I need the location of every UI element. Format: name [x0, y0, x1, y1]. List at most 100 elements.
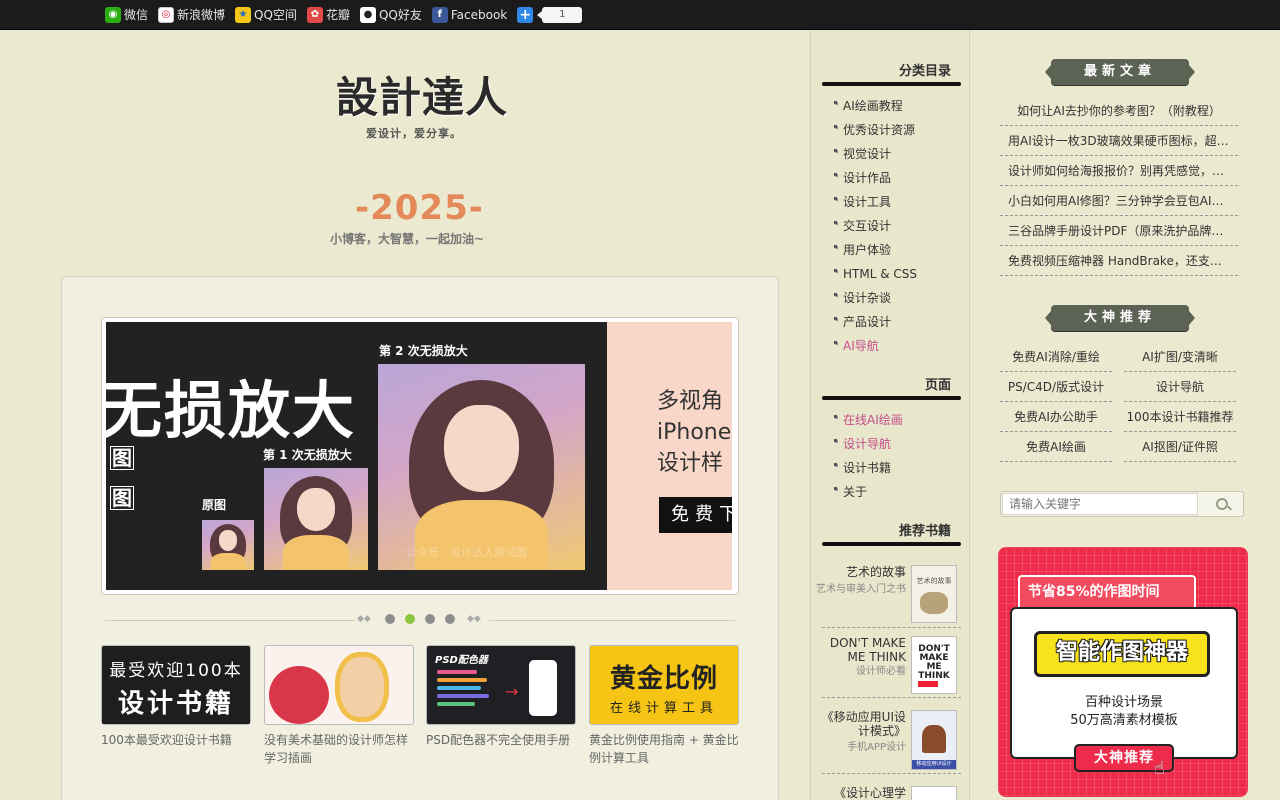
featured-card[interactable]: 黄金比例 在线计算工具 黄金比例使用指南 + 黄金比例计算工具 [589, 645, 739, 767]
page-item[interactable]: 设计导航 [834, 432, 903, 456]
book-title[interactable]: 艺术的故事 [816, 565, 906, 579]
card-thumbnail[interactable]: PSD配色器 → [426, 645, 576, 725]
recommend-link[interactable]: 免费AI办公助手 [1000, 402, 1112, 432]
pages-list: 在线AI绘画 设计导航 设计书籍 关于 [834, 408, 903, 504]
page-item[interactable]: 关于 [834, 480, 903, 504]
book-title[interactable]: 《移动应用UI设计模式》 [816, 710, 906, 738]
category-item[interactable]: 优秀设计资源 [834, 118, 917, 142]
page-item[interactable]: 在线AI绘画 [834, 408, 903, 432]
featured-card[interactable]: 最受欢迎100本 设计书籍 100本最受欢迎设计书籍 [101, 645, 251, 749]
recommend-link[interactable]: AI扩图/变清晰 [1124, 342, 1236, 372]
category-item[interactable]: 设计工具 [834, 190, 917, 214]
image-slider[interactable]: 无损放大 图 图 第 2 次无损放大 第 1 次无损放大 原图 公众号：设计达人… [101, 317, 739, 595]
books-title: 推荐书籍 [898, 524, 951, 539]
divider [105, 620, 355, 621]
slide-free-button[interactable]: 免费下 [659, 497, 732, 533]
site-motto: 小博客，大智慧，一起加油~ [330, 232, 485, 246]
featured-card[interactable]: 没有美术基础的设计师怎样学习插画 [264, 645, 414, 767]
huaban-icon: ✿ [306, 6, 323, 23]
card-title[interactable]: PSD配色器不完全使用手册 [426, 731, 576, 749]
weibo-icon: ◎ [158, 6, 175, 23]
book-cover[interactable] [911, 786, 957, 800]
recommend-link[interactable]: 设计导航 [1124, 372, 1236, 402]
share-label: QQ空间 [254, 8, 297, 22]
page-item[interactable]: 设计书籍 [834, 456, 903, 480]
book-cover[interactable]: 艺术的故事 [911, 565, 957, 623]
card-thumbnail[interactable]: 黄金比例 在线计算工具 [589, 645, 739, 725]
recommend-link[interactable]: AI抠图/证件照 [1124, 432, 1236, 462]
book-cover[interactable]: 移动应用UI设计 [911, 710, 957, 770]
share-label: 微信 [124, 8, 149, 22]
book-subtitle: 手机APP设计 [847, 742, 906, 753]
ornament-icon: ◆◆ [357, 614, 371, 624]
share-weibo[interactable]: ◎ 新浪微博 [158, 6, 225, 23]
plus-icon: + [517, 6, 534, 23]
recommend-link[interactable]: PS/C4D/版式设计 [1000, 372, 1112, 402]
recommend-link[interactable]: 免费AI绘画 [1000, 432, 1112, 462]
book-item[interactable]: DON'T MAKE ME THINK 设计师必看 DON'T MAKE ME … [822, 628, 961, 698]
thumb-text: 最受欢迎100本 [109, 661, 243, 681]
category-item[interactable]: 用户体验 [834, 238, 917, 262]
category-item[interactable]: HTML & CSS [834, 262, 917, 286]
slide-pink-text: 多视角 iPhone 设计样 [657, 386, 731, 479]
category-item[interactable]: 设计作品 [834, 166, 917, 190]
slider-dot-2[interactable] [405, 614, 415, 624]
label-first-upscale: 第 1 次无损放大 [263, 448, 352, 462]
latest-post-link[interactable]: 用AI设计一枚3D玻璃效果硬币图标，超简单！ [1000, 126, 1238, 156]
slider-dot-3[interactable] [425, 614, 435, 624]
share-wechat[interactable]: ◉ 微信 [105, 6, 148, 23]
share-list: ◉ 微信 ◎ 新浪微博 ★ QQ空间 ✿ 花瓣 ● QQ好友 f Faceboo… [105, 6, 583, 23]
slider-dot-4[interactable] [445, 614, 455, 624]
featured-card[interactable]: PSD配色器 → PSD配色器不完全使用手册 [426, 645, 576, 749]
card-thumbnail[interactable] [264, 645, 414, 725]
latest-post-link[interactable]: 三谷品牌手册设计PDF（原来洗护品牌可以这么设计） [1000, 216, 1238, 246]
latest-post-link[interactable]: 小白如何用AI修图？三分钟学会豆包AI修图 [1000, 186, 1238, 216]
book-item[interactable]: 《设计心理学 [822, 774, 961, 800]
share-huaban[interactable]: ✿ 花瓣 [306, 6, 350, 23]
search-input[interactable] [1002, 493, 1198, 515]
book-title[interactable]: DON'T MAKE ME THINK [816, 636, 906, 664]
divider [489, 620, 735, 621]
card-title[interactable]: 100本最受欢迎设计书籍 [101, 731, 251, 749]
recommend-link[interactable]: 免费AI消除/重绘 [1000, 342, 1112, 372]
latest-post-link[interactable]: 设计师如何给海报报价？别再凭感觉，这样报价最合理 [1000, 156, 1238, 186]
latest-posts-title: 最新文章 [1045, 59, 1195, 85]
book-title[interactable]: 《设计心理学 [816, 786, 906, 800]
recommend-link[interactable]: 100本设计书籍推荐 [1124, 402, 1236, 432]
category-item[interactable]: 交互设计 [834, 214, 917, 238]
share-facebook[interactable]: f Facebook [431, 6, 507, 23]
share-bar: ◉ 微信 ◎ 新浪微博 ★ QQ空间 ✿ 花瓣 ● QQ好友 f Faceboo… [0, 0, 1280, 30]
slide-side-char: 图 [110, 486, 134, 510]
slide[interactable]: 无损放大 图 图 第 2 次无损放大 第 1 次无损放大 原图 公众号：设计达人… [106, 322, 732, 590]
book-item[interactable]: 《移动应用UI设计模式》 手机APP设计 移动应用UI设计 [822, 698, 961, 774]
section-underline [822, 396, 961, 400]
share-more-button[interactable]: + [517, 6, 536, 23]
card-thumbnail[interactable]: 最受欢迎100本 设计书籍 [101, 645, 251, 725]
promo-ad[interactable]: 节省85%的作图时间 智能作图神器 百种设计场景 50万高清素材模板 大神推荐 … [998, 547, 1248, 797]
book-subtitle: 设计师必看 [856, 666, 906, 677]
book-cover[interactable]: DON'T MAKE ME THINK [911, 636, 957, 694]
search-icon[interactable] [1201, 494, 1241, 514]
category-item-ai-nav[interactable]: AI导航 [834, 334, 917, 358]
slide-side-char: 图 [110, 446, 134, 470]
category-item[interactable]: 视觉设计 [834, 142, 917, 166]
share-qzone[interactable]: ★ QQ空间 [235, 6, 297, 23]
portrait-large [378, 364, 585, 570]
share-qq[interactable]: ● QQ好友 [359, 6, 422, 23]
girl-illustration [335, 652, 389, 722]
slider-dot-1[interactable] [385, 614, 395, 624]
book-item[interactable]: 艺术的故事 艺术与审美入门之书 艺术的故事 [816, 558, 961, 628]
card-title[interactable]: 黄金比例使用指南 + 黄金比例计算工具 [589, 731, 739, 767]
category-item[interactable]: 设计杂谈 [834, 286, 917, 310]
pink-line: 设计样 [657, 451, 724, 476]
latest-post-link[interactable]: 免费视频压缩神器 HandBrake，还支持批量压缩 [1000, 246, 1238, 276]
card-title[interactable]: 没有美术基础的设计师怎样学习插画 [264, 731, 414, 767]
cover-text: 艺术的故事 [916, 577, 952, 585]
pointer-hand-icon: ☝ [1154, 758, 1165, 779]
latest-post-link[interactable]: 如何让AI去抄你的参考图？（附教程） [1000, 96, 1238, 126]
category-item[interactable]: AI绘画教程 [834, 94, 917, 118]
section-underline [822, 542, 961, 546]
site-logo[interactable]: 設計達人 [336, 64, 508, 125]
category-item[interactable]: 产品设计 [834, 310, 917, 334]
ad-line: 百种设计场景 [1084, 695, 1163, 710]
